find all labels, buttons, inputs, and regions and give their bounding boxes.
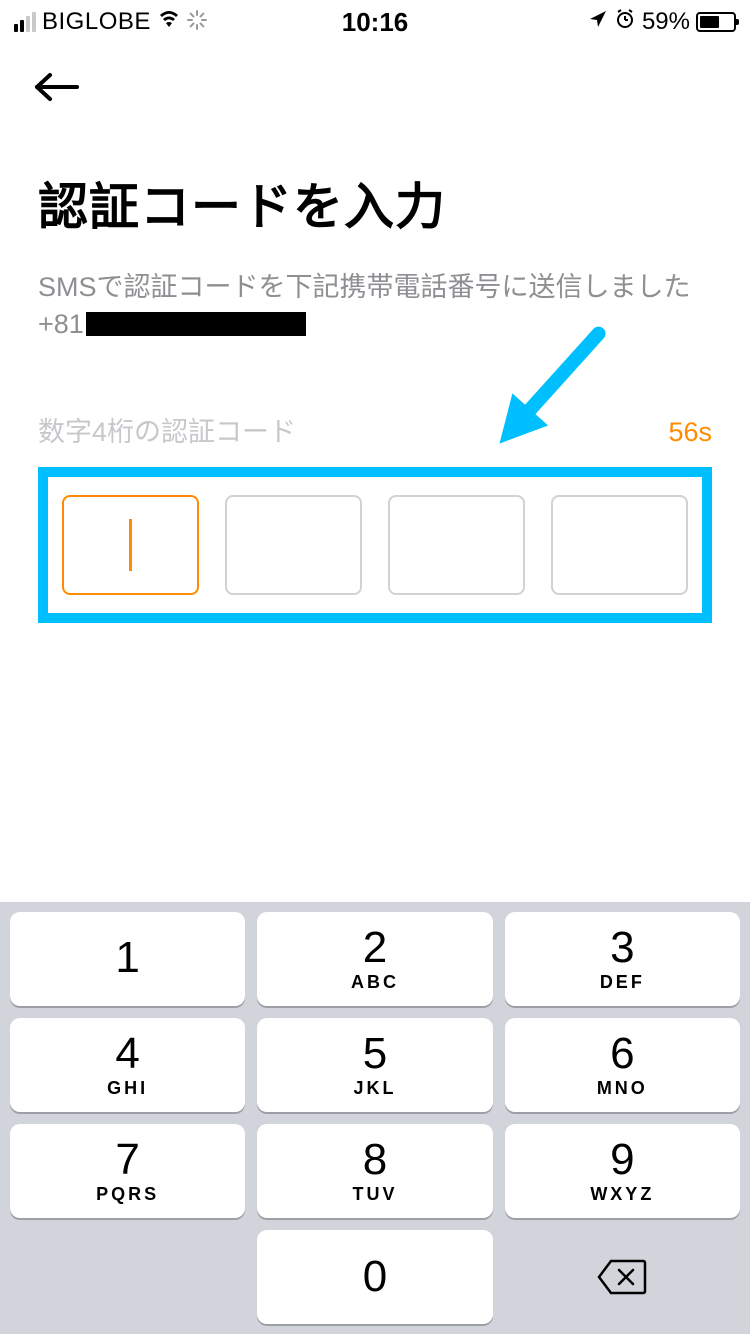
keypad-delete-button[interactable] xyxy=(505,1230,740,1324)
keypad-key-4[interactable]: 4 GHI xyxy=(10,1018,245,1112)
battery-icon xyxy=(696,12,736,32)
key-number: 9 xyxy=(610,1138,634,1182)
resend-timer: 56s xyxy=(668,417,712,448)
key-letters: PQRS xyxy=(96,1184,159,1205)
location-icon xyxy=(588,8,608,36)
key-letters: ABC xyxy=(351,972,399,993)
code-digit-2[interactable] xyxy=(225,495,362,595)
keypad-key-2[interactable]: 2 ABC xyxy=(257,912,492,1006)
carrier-label: BIGLOBE xyxy=(42,8,151,36)
page-title: 認証コードを入力 xyxy=(38,167,712,239)
keypad-key-8[interactable]: 8 TUV xyxy=(257,1124,492,1218)
keypad-key-9[interactable]: 9 WXYZ xyxy=(505,1124,740,1218)
key-number: 4 xyxy=(115,1032,139,1076)
keypad-key-5[interactable]: 5 JKL xyxy=(257,1018,492,1112)
status-bar: BIGLOBE 10:16 59% xyxy=(0,0,750,44)
keypad-empty xyxy=(10,1230,245,1324)
code-digit-4[interactable] xyxy=(551,495,688,595)
key-number: 0 xyxy=(363,1255,387,1299)
keypad-key-3[interactable]: 3 DEF xyxy=(505,912,740,1006)
key-letters: MNO xyxy=(597,1078,648,1099)
key-number: 6 xyxy=(610,1032,634,1076)
page-subtitle: SMSで認証コードを下記携帯電話番号に送信しました xyxy=(38,269,712,307)
keypad-key-7[interactable]: 7 PQRS xyxy=(10,1124,245,1218)
alarm-icon xyxy=(614,8,636,37)
key-letters: WXYZ xyxy=(590,1184,654,1205)
key-letters: TUV xyxy=(352,1184,397,1205)
numeric-keypad: 1 2 ABC 3 DEF 4 GHI 5 JKL 6 MNO 7 PQRS 8… xyxy=(0,902,750,1334)
key-number: 7 xyxy=(115,1138,139,1182)
key-number: 8 xyxy=(363,1138,387,1182)
key-number: 3 xyxy=(610,926,634,970)
status-left: BIGLOBE xyxy=(14,8,207,36)
back-button[interactable] xyxy=(0,44,750,117)
phone-redacted xyxy=(86,312,306,336)
code-digit-1[interactable] xyxy=(62,495,199,595)
phone-prefix: +81 xyxy=(38,309,84,340)
key-number: 2 xyxy=(363,926,387,970)
signal-icon xyxy=(14,12,36,32)
keypad-key-6[interactable]: 6 MNO xyxy=(505,1018,740,1112)
code-digit-3[interactable] xyxy=(388,495,525,595)
cursor-icon xyxy=(129,519,132,571)
key-letters: DEF xyxy=(600,972,645,993)
code-input-group xyxy=(38,467,712,623)
key-number: 1 xyxy=(115,936,139,980)
loading-icon xyxy=(187,10,207,35)
back-arrow-icon xyxy=(32,72,82,102)
status-time: 10:16 xyxy=(342,7,409,38)
battery-pct: 59% xyxy=(642,8,690,36)
code-input-label: 数字4桁の認証コード xyxy=(38,410,296,449)
keypad-key-1[interactable]: 1 xyxy=(10,912,245,1006)
keypad-key-0[interactable]: 0 xyxy=(257,1230,492,1324)
key-letters: JKL xyxy=(353,1078,396,1099)
key-number: 5 xyxy=(363,1032,387,1076)
wifi-icon xyxy=(157,9,181,35)
backspace-icon xyxy=(597,1259,647,1295)
status-right: 59% xyxy=(588,8,736,37)
key-letters: GHI xyxy=(107,1078,148,1099)
